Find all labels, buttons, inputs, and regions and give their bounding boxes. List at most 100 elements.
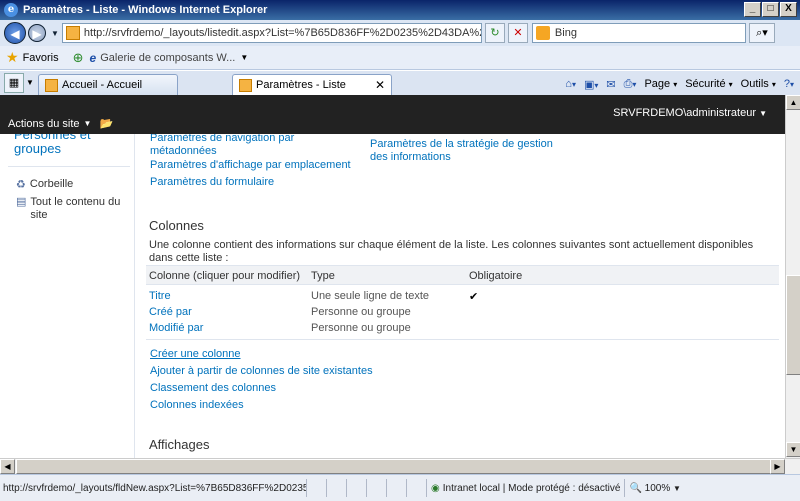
status-url: http://srvfrdemo/_layouts/fldNew.aspx?Li… [3,482,306,494]
table-row: Créé par Personne ou groupe [146,304,779,320]
page-menu-label: Page [644,78,671,90]
recycle-bin-icon: ♻ [16,179,26,191]
stop-icon[interactable]: ✕ [507,23,528,43]
status-cell [386,479,406,497]
status-cell [326,479,346,497]
command-bar: ⌂▾ ▣▾ ✉ ⎙▾ Page ▾ Sécurité ▾ Outils ▾ ?▾ [565,73,800,95]
add-site-columns-link[interactable]: Ajouter à partir de colonnes de site exi… [150,365,373,378]
minimize-button[interactable]: _ [744,2,761,17]
window-title: Paramètres - Liste - Windows Internet Ex… [23,4,268,16]
window-titlebar: e Paramètres - Liste - Windows Internet … [0,0,800,20]
column-header-required: Obligatoire [469,270,523,282]
web-slice-icon: e [89,50,97,65]
status-bar: http://srvfrdemo/_layouts/fldNew.aspx?Li… [0,474,800,501]
forward-button[interactable]: ▶ [28,24,46,42]
help-icon[interactable]: ?▾ [784,78,794,90]
feeds-icon[interactable]: ▣▾ [584,78,598,91]
site-actions-label: Actions du site [8,117,80,130]
table-divider [146,339,779,340]
recycle-bin-label: Corbeille [29,178,74,190]
tab-list-dropdown-icon[interactable]: ▼ [24,73,36,93]
columns-table-header: Colonne (cliquer pour modifier) Type Obl… [146,265,779,285]
create-column-link[interactable]: Créer une colonne [150,348,241,361]
security-menu[interactable]: Sécurité ▾ [685,78,732,90]
page-menu[interactable]: Page ▾ [644,78,677,90]
column-header-type: Type [311,270,335,282]
scroll-right-icon[interactable]: ▶ [770,459,785,474]
mail-icon[interactable]: ✉ [606,78,615,91]
column-ordering-link[interactable]: Classement des colonnes [150,382,276,395]
scroll-down-icon[interactable]: ▼ [786,442,800,457]
chevron-down-icon[interactable]: ▼ [240,53,248,62]
status-cell [306,479,326,497]
status-cell [406,479,426,497]
quick-launch: Personnes et groupes ♻ Corbeille ▤ Tout … [0,134,135,458]
history-dropdown-icon[interactable]: ▼ [51,29,59,38]
tab-accueil[interactable]: Accueil - Accueil [38,74,178,95]
tab-parametres-liste[interactable]: Paramètres - Liste ✕ [232,74,392,95]
search-input[interactable]: Bing [531,23,746,43]
tab-favicon-icon [239,78,252,92]
column-header-name: Colonne (cliquer pour modifier) [149,270,301,282]
tools-menu[interactable]: Outils ▾ [741,78,776,90]
quick-launch-people-groups[interactable]: Personnes et groupes [14,134,134,156]
column-link-titre[interactable]: Titre [149,290,171,302]
close-tab-icon[interactable]: ✕ [375,78,385,92]
refresh-icon[interactable]: ↻ [484,23,505,43]
vertical-scrollbar[interactable]: ▲ ▼ [785,95,800,458]
horizontal-scroll-thumb[interactable] [16,459,771,474]
status-cell [346,479,366,497]
column-link-modifie-par[interactable]: Modifié par [149,322,203,334]
back-button[interactable]: ◀ [4,22,26,44]
favorites-star-icon: ★ [6,49,19,65]
table-row: Modifié par Personne ou groupe [146,320,779,336]
bing-icon [535,26,550,40]
user-menu[interactable]: SRVFRDEMO\administrateur ▼ [613,107,767,119]
form-settings-link[interactable]: Paramètres du formulaire [150,176,274,189]
site-actions-menu[interactable]: Actions du site ▼ 📂 [8,117,113,131]
print-icon[interactable]: ⎙▾ [624,78,637,91]
horizontal-scrollbar[interactable]: ◀ ▶ [0,458,800,474]
tab-label: Accueil - Accueil [62,79,143,91]
recycle-bin-link[interactable]: ♻ Corbeille [16,178,73,191]
all-site-content-link[interactable]: ▤ Tout le contenu du site [16,196,134,222]
required-check-icon: ✔ [469,291,479,303]
display-location-settings-link[interactable]: Paramètres d'affichage par emplacement [150,159,351,172]
columns-heading: Colonnes [149,218,204,233]
web-slice-gallery-link[interactable]: Galerie de composants W... [100,52,235,64]
address-toolbar: ◀ ▶ ▼ http://srvfrdemo/_layouts/listedit… [0,20,800,46]
intranet-zone-icon: ◉ [431,482,440,494]
tab-row: ▦ ▼ Accueil - Accueil Paramètres - Liste… [0,71,800,95]
column-type: Personne ou groupe [311,322,411,334]
zoom-level: 100% [644,482,671,494]
views-heading: Affichages [149,437,210,452]
user-name: SRVFRDEMO\administrateur [613,107,757,119]
scroll-left-icon[interactable]: ◀ [0,459,15,474]
security-zone[interactable]: ◉ Intranet local | Mode protégé : désact… [426,479,624,497]
page-favicon-icon [65,26,80,40]
table-row: Titre Une seule ligne de texte ✔ [146,288,779,304]
maximize-button[interactable]: □ [762,2,779,17]
home-icon[interactable]: ⌂▾ [565,78,576,90]
security-menu-label: Sécurité [685,78,726,90]
scroll-up-icon[interactable]: ▲ [786,95,800,110]
address-input[interactable]: http://srvfrdemo/_layouts/listedit.aspx?… [61,23,482,43]
quick-launch-divider [8,166,130,167]
policy-settings-link[interactable]: Paramètres de la stratégie de gestion de… [370,138,560,164]
sharepoint-ribbon: SRVFRDEMO\administrateur ▼ Actions du si… [0,95,785,134]
status-cell [366,479,386,497]
navigate-up-icon[interactable]: 📂 [99,117,113,130]
column-link-cree-par[interactable]: Créé par [149,306,192,318]
quick-tabs-icon[interactable]: ▦ [4,73,24,93]
tab-favicon-icon [45,78,58,92]
address-url: http://srvfrdemo/_layouts/listedit.aspx?… [83,27,481,39]
favorites-button[interactable]: Favoris [23,52,59,64]
ie-logo-icon: e [4,3,18,17]
nav-metadata-settings-link[interactable]: Paramètres de navigation par métadonnées [150,134,330,158]
search-icon[interactable]: ⌕▾ [748,23,775,43]
indexed-columns-link[interactable]: Colonnes indexées [150,399,244,412]
scroll-thumb[interactable] [786,275,800,375]
zoom-control[interactable]: 🔍 100% ▼ [624,479,685,497]
close-window-button[interactable]: X [780,2,797,17]
add-favorite-icon[interactable]: ⊕ [73,50,84,66]
